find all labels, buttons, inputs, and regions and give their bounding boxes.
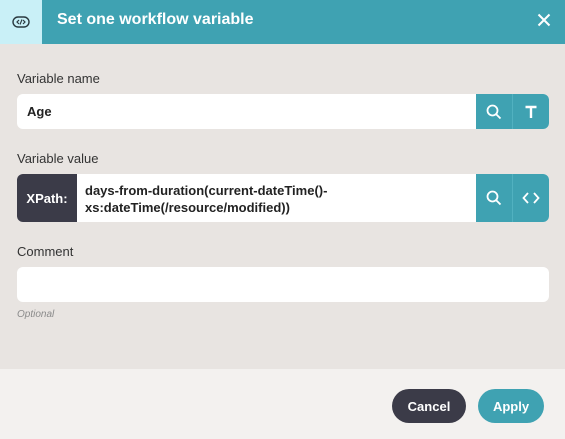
close-button[interactable] xyxy=(531,8,557,32)
variable-value-label: Variable value xyxy=(17,151,99,166)
variable-name-input[interactable]: Age xyxy=(17,94,476,129)
variable-name-search-button[interactable] xyxy=(476,94,512,129)
close-icon xyxy=(537,13,551,27)
text-type-icon xyxy=(525,105,537,118)
search-icon xyxy=(486,190,502,206)
variable-value-input[interactable]: days-from-duration(current-dateTime()-xs… xyxy=(77,174,476,222)
comment-input[interactable] xyxy=(17,267,549,302)
variable-name-label: Variable name xyxy=(17,71,100,86)
variable-value-search-button[interactable] xyxy=(476,174,512,222)
variable-value-field: XPath: days-from-duration(current-dateTi… xyxy=(17,174,549,222)
workflow-variable-dialog: Set one workflow variable Variable name … xyxy=(0,0,565,439)
apply-button[interactable]: Apply xyxy=(478,389,544,423)
variable-name-field: Age xyxy=(17,94,549,129)
comment-label: Comment xyxy=(17,244,74,259)
dialog-title: Set one workflow variable xyxy=(57,11,254,28)
code-brackets-icon xyxy=(522,192,540,204)
cancel-button[interactable]: Cancel xyxy=(392,389,466,423)
dialog-header: Set one workflow variable xyxy=(0,0,565,44)
search-icon xyxy=(486,104,502,119)
comment-field xyxy=(17,267,549,302)
comment-optional-hint: Optional xyxy=(17,309,55,320)
code-variable-icon xyxy=(0,0,42,44)
text-type-button[interactable] xyxy=(512,94,549,129)
code-editor-button[interactable] xyxy=(512,174,549,222)
xpath-type-badge: XPath: xyxy=(17,174,77,222)
